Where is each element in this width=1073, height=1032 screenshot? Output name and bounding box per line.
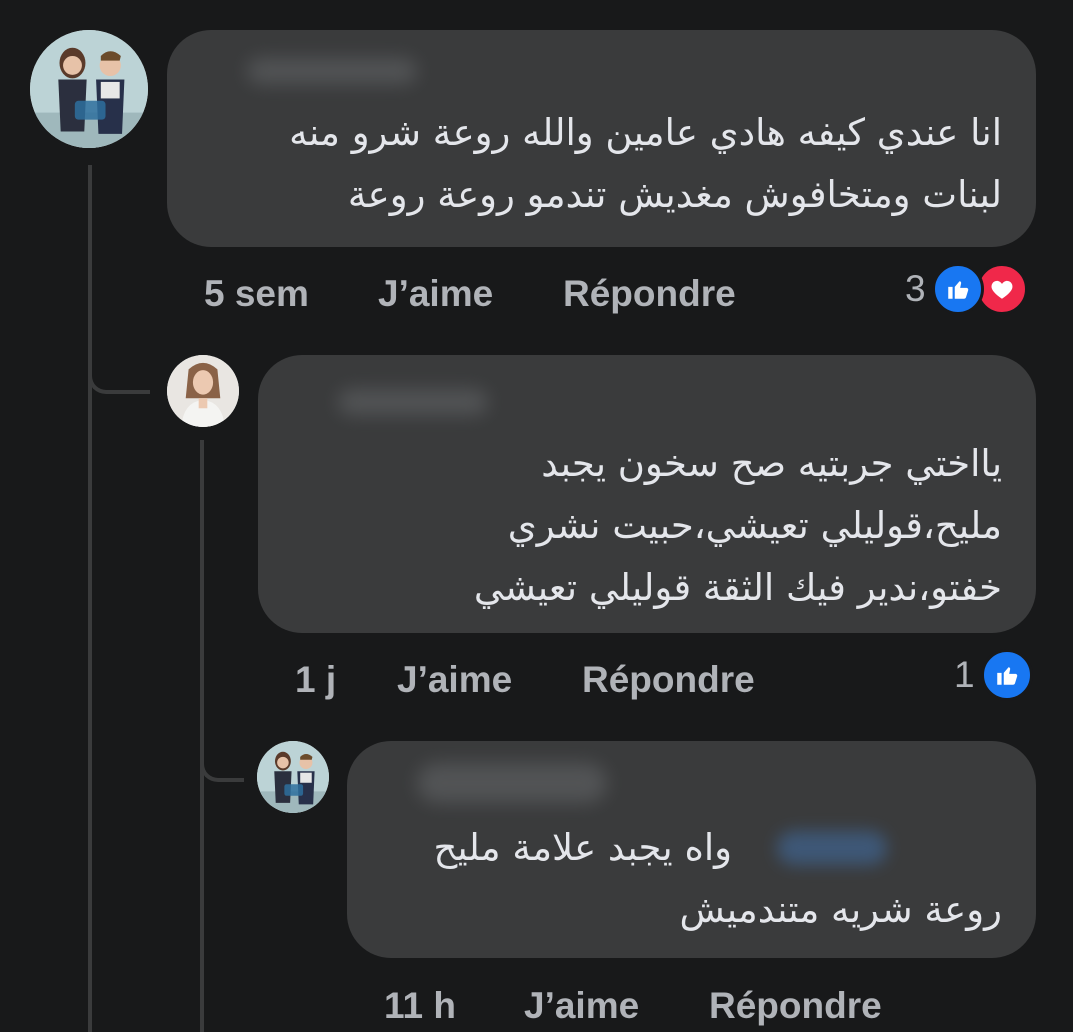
comment-text: يااختي جربتيه صح سخون يجبد مليح،قوليلي ت… bbox=[474, 433, 1002, 619]
comment-text-line: يااختي جربتيه صح سخون يجبد bbox=[541, 442, 1002, 485]
comment-text-line: مليح،قوليلي تعيشي،حبيت نشري bbox=[507, 504, 1002, 547]
avatar[interactable] bbox=[30, 30, 148, 148]
thread-elbow-reply-1 bbox=[88, 340, 150, 394]
comment-text: واه يجبد علامة مليح روعة شريه متندميش bbox=[433, 817, 1002, 941]
thread-elbow-reply-2 bbox=[200, 728, 244, 782]
reaction-summary[interactable]: 3 bbox=[905, 263, 1028, 315]
profile-picture bbox=[167, 355, 239, 427]
avatar[interactable] bbox=[257, 741, 329, 813]
comment-timestamp[interactable]: 11 h bbox=[384, 984, 456, 1028]
author-name-blurred bbox=[338, 389, 488, 415]
comment-bubble[interactable]: يااختي جربتيه صح سخون يجبد مليح،قوليلي ت… bbox=[258, 355, 1036, 633]
like-button[interactable]: J’aime bbox=[378, 272, 493, 316]
comment-text-line: انا عندي كيفه هادي عامين والله روعة شرو … bbox=[289, 111, 1002, 154]
comment-bubble[interactable]: واه يجبد علامة مليح روعة شريه متندميش bbox=[347, 741, 1036, 958]
like-button[interactable]: J’aime bbox=[524, 984, 639, 1028]
comment-bubble[interactable]: انا عندي كيفه هادي عامين والله روعة شرو … bbox=[167, 30, 1036, 247]
avatar[interactable] bbox=[167, 355, 239, 427]
comment-text-line: روعة شريه متندميش bbox=[679, 888, 1002, 931]
like-icon bbox=[931, 263, 984, 315]
profile-picture bbox=[257, 741, 329, 813]
comment-text-line: واه يجبد علامة مليح bbox=[433, 826, 732, 869]
reaction-summary[interactable]: 1 bbox=[954, 649, 1033, 701]
reaction-count: 1 bbox=[954, 654, 975, 695]
reply-button[interactable]: Répondre bbox=[582, 658, 755, 702]
like-icon bbox=[980, 649, 1033, 701]
comment-text-line: لبنات ومتخافوش مغديش تندمو روعة روعة bbox=[347, 173, 1002, 216]
thread-line-main bbox=[88, 165, 92, 1032]
comment-timestamp[interactable]: 5 sem bbox=[204, 272, 309, 316]
comment-text: انا عندي كيفه هادي عامين والله روعة شرو … bbox=[289, 102, 1002, 226]
comment-timestamp[interactable]: 1 j bbox=[295, 658, 336, 702]
reply-button[interactable]: Répondre bbox=[709, 984, 882, 1028]
reaction-count: 3 bbox=[905, 268, 926, 309]
author-name-blurred bbox=[417, 763, 607, 803]
author-name-blurred bbox=[247, 58, 417, 84]
profile-picture bbox=[30, 30, 148, 148]
like-button[interactable]: J’aime bbox=[397, 658, 512, 702]
reply-button[interactable]: Répondre bbox=[563, 272, 736, 316]
comment-text-line: خفتو،ندير فيك الثقة قوليلي تعيشي bbox=[473, 566, 1002, 609]
